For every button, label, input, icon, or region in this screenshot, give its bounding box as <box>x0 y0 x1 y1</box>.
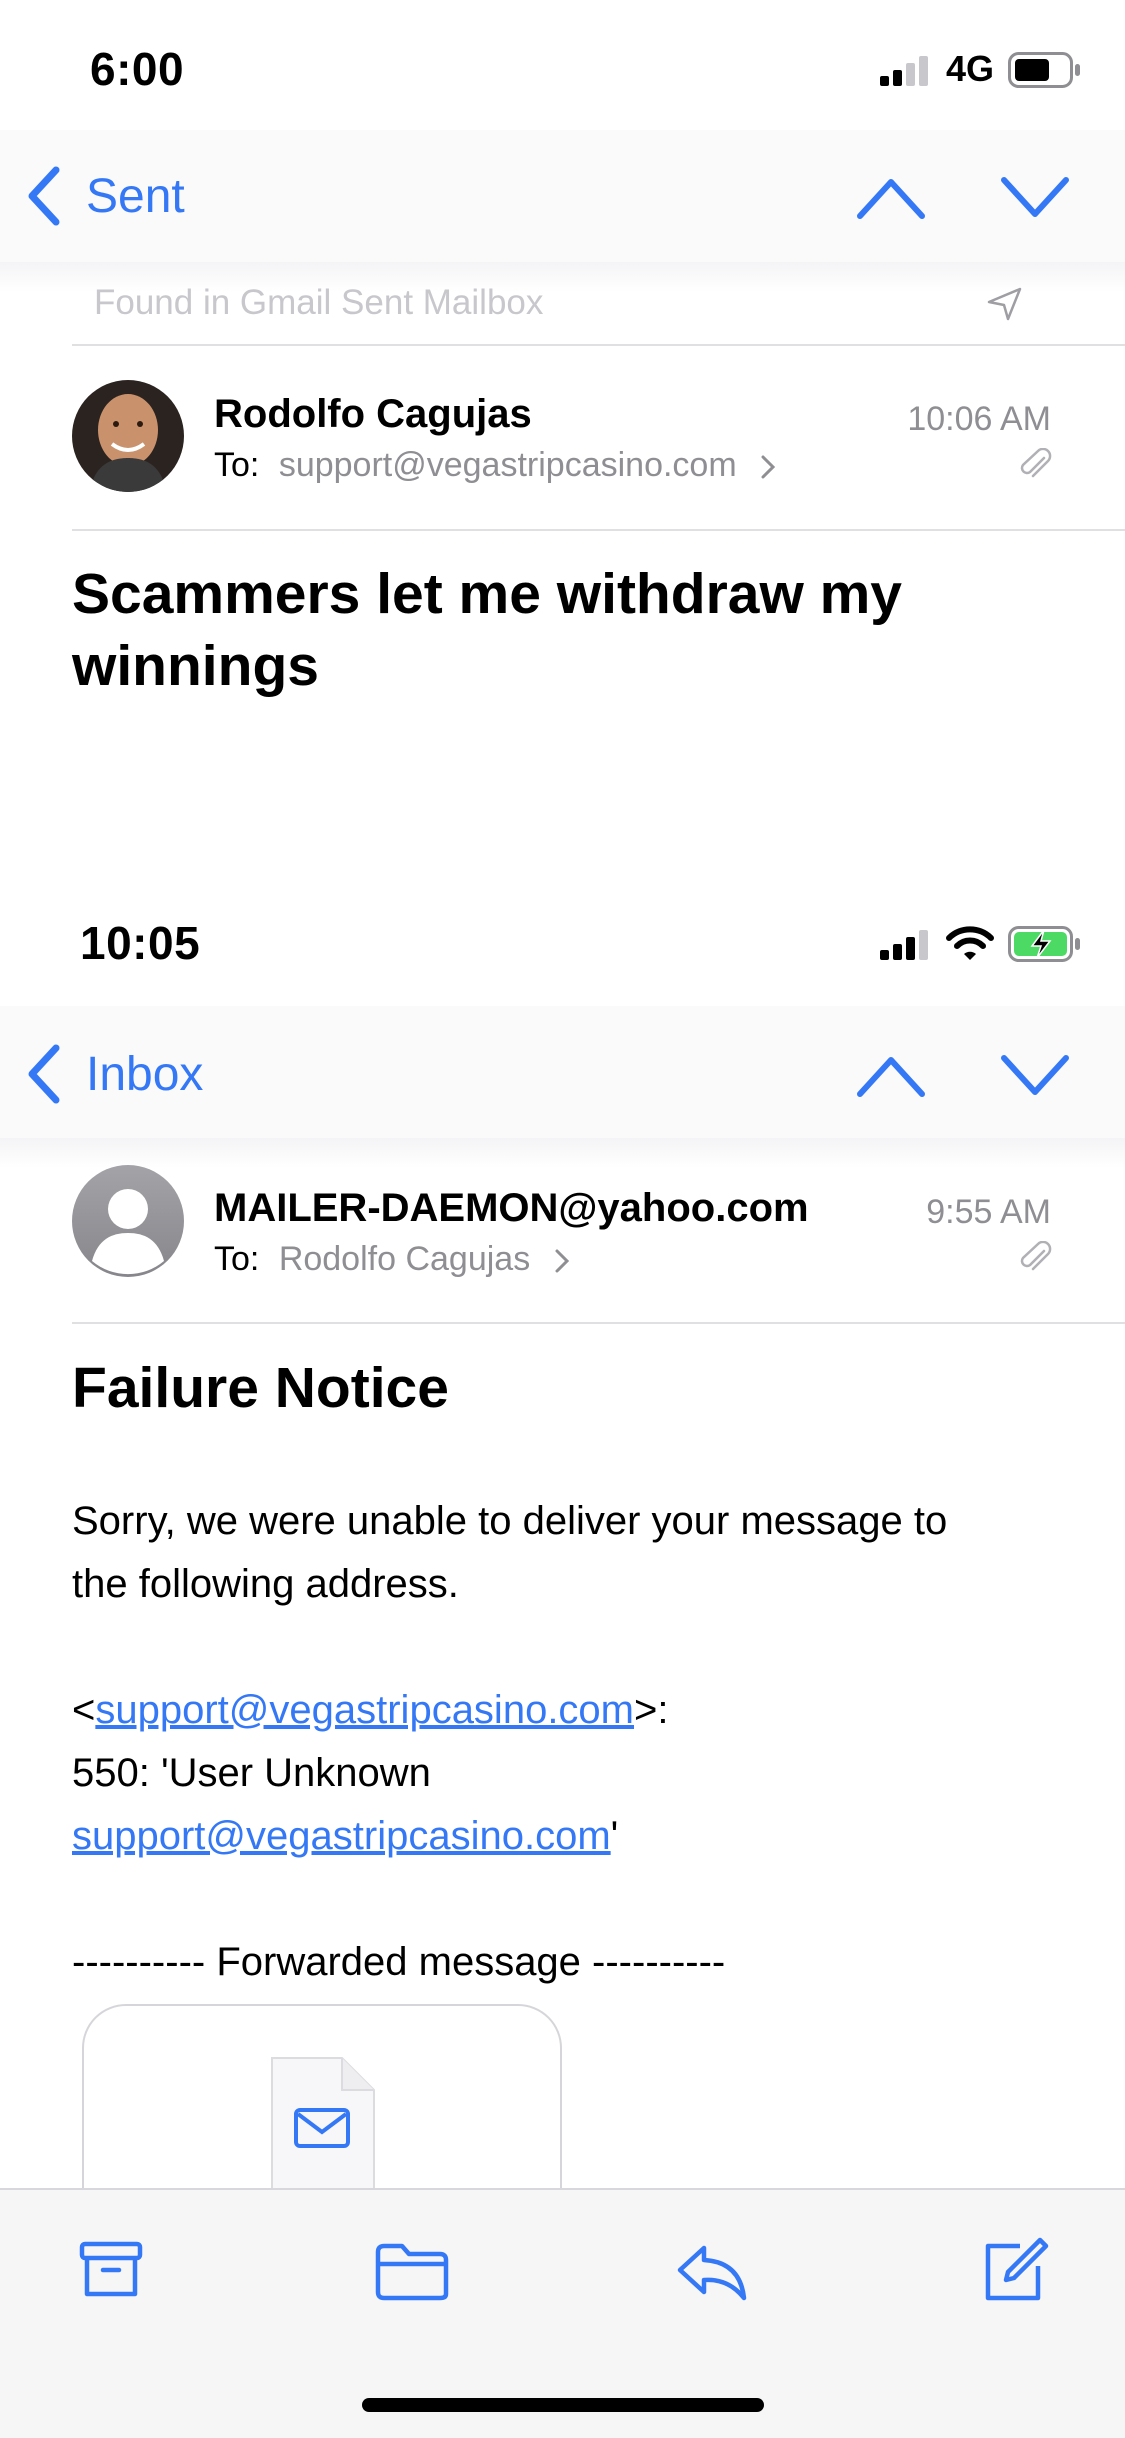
email-file-icon <box>268 2054 378 2204</box>
recipient-address: support@vegastripcasino.com <box>278 446 737 484</box>
next-message-button[interactable] <box>1000 176 1070 220</box>
compose-icon[interactable] <box>980 2234 1050 2304</box>
to-label: To: <box>214 1240 260 1278</box>
message-subject: Scammers let me withdraw my winnings <box>72 562 903 698</box>
message-subject: Failure Notice <box>72 1356 449 1420</box>
folder-icon[interactable] <box>374 2242 450 2302</box>
address-line: <support@vegastripcasino.com>: <box>72 1688 669 1732</box>
back-button-inbox[interactable]: Inbox <box>24 1044 203 1104</box>
message-time: 10:06 AM <box>907 400 1051 438</box>
cellular-signal-icon <box>880 928 934 960</box>
body-line: Sorry, we were unable to deliver your me… <box>72 1499 948 1543</box>
status-bar-bottom: 10:05 <box>0 876 1125 1006</box>
chevron-right-icon <box>554 1248 570 1274</box>
previous-message-button[interactable] <box>856 1054 926 1098</box>
sender-address: MAILER-DAEMON@yahoo.com <box>214 1186 809 1230</box>
paperclip-icon <box>1018 1241 1052 1277</box>
back-label: Inbox <box>86 1047 204 1101</box>
message-time: 9:55 AM <box>926 1193 1051 1231</box>
network-type: 4G <box>946 48 995 89</box>
back-label: Sent <box>86 169 185 223</box>
reply-icon[interactable] <box>676 2244 748 2302</box>
home-indicator <box>362 2398 764 2412</box>
forwarded-separator: ---------- Forwarded message ---------- <box>72 1940 726 1984</box>
body-line: the following address. <box>72 1562 459 1606</box>
wifi-icon <box>946 926 994 962</box>
chevron-left-icon <box>24 1044 64 1104</box>
recipient-row[interactable]: To: support@vegastripcasino.com <box>214 446 776 485</box>
sender-name: Rodolfo Cagujas <box>214 392 532 436</box>
chevron-left-icon <box>24 166 64 226</box>
status-bar-top: 6:00 4G <box>0 0 1125 130</box>
to-label: To: <box>214 446 260 484</box>
nav-bar-bottom: Inbox <box>0 1006 1125 1146</box>
error-line: 550: 'User Unknown <box>72 1751 431 1795</box>
send-arrow-icon <box>986 286 1024 322</box>
battery-icon <box>1008 52 1082 88</box>
next-message-button[interactable] <box>1000 1054 1070 1098</box>
previous-message-button[interactable] <box>856 176 926 220</box>
back-button-sent[interactable]: Sent <box>24 166 185 226</box>
chevron-right-icon <box>760 454 776 480</box>
battery-charging-icon <box>1008 926 1082 962</box>
error-address-line: support@vegastripcasino.com' <box>72 1814 619 1858</box>
message-body: Sorry, we were unable to deliver your me… <box>72 1490 1072 1994</box>
email-link[interactable]: support@vegastripcasino.com <box>72 1814 611 1858</box>
avatar <box>72 380 184 492</box>
status-time: 6:00 <box>90 43 185 95</box>
recipient-row[interactable]: To: Rodolfo Cagujas <box>214 1240 570 1279</box>
recipient-name: Rodolfo Cagujas <box>278 1240 531 1278</box>
found-in-mailbox-label: Found in Gmail Sent Mailbox <box>94 283 544 322</box>
avatar-placeholder <box>72 1165 184 1277</box>
paperclip-icon <box>1018 448 1052 484</box>
status-time: 10:05 <box>80 917 201 969</box>
archive-icon[interactable] <box>78 2240 144 2300</box>
cellular-signal-icon <box>880 54 934 86</box>
email-link[interactable]: support@vegastripcasino.com <box>95 1688 634 1732</box>
nav-bar-top: Sent <box>0 130 1125 270</box>
